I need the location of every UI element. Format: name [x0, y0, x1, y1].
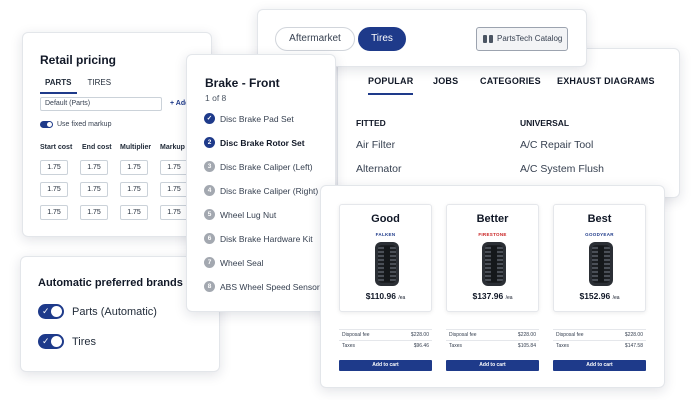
- tire-image: [375, 242, 399, 286]
- brand-logo: FIRESTONE: [478, 232, 507, 237]
- retail-pricing-tabs: PARTS TIRES: [40, 76, 116, 94]
- brake-step[interactable]: 2 Disc Brake Rotor Set: [204, 137, 305, 148]
- tab-tires[interactable]: TIRES: [83, 76, 117, 94]
- fitted-heading: FITTED: [356, 118, 386, 128]
- step-number: 7: [204, 257, 215, 268]
- category-link-ac-system-flush[interactable]: A/C System Flush: [520, 163, 604, 175]
- parts-automatic-toggle[interactable]: ✓: [38, 304, 64, 319]
- fixed-markup-label: Use fixed markup: [57, 121, 112, 128]
- step-number: 5: [204, 209, 215, 220]
- brake-step[interactable]: 5 Wheel Lug Nut: [204, 209, 276, 220]
- brake-step[interactable]: ✓ Disc Brake Pad Set: [204, 113, 294, 124]
- add-to-cart-button[interactable]: Add to cart: [553, 360, 646, 371]
- brand-logo: GOODYEAR: [585, 232, 614, 237]
- tire-price: $152.96 /ea: [579, 291, 620, 301]
- end-cost-input[interactable]: 1.75: [80, 205, 108, 220]
- universal-heading: UNIVERSAL: [520, 118, 570, 128]
- partstech-catalog-button[interactable]: PartsTech Catalog: [476, 27, 568, 51]
- tire-image: [482, 242, 506, 286]
- tire-grade: Best: [587, 213, 612, 225]
- brake-step[interactable]: 8 ABS Wheel Speed Sensor: [204, 281, 320, 292]
- step-number: 3: [204, 161, 215, 172]
- step-number: 2: [204, 137, 215, 148]
- brake-step-label: Wheel Seal: [220, 257, 264, 268]
- brake-step[interactable]: 6 Disk Brake Hardware Kit: [204, 233, 313, 244]
- brake-job-progress: 1 of 8: [205, 93, 227, 103]
- brake-step-label: ABS Wheel Speed Sensor: [220, 281, 320, 292]
- brake-step-label: Disk Brake Hardware Kit: [220, 233, 313, 244]
- tires-toggle[interactable]: ✓: [38, 334, 64, 349]
- partstech-catalog-label: PartsTech Catalog: [497, 34, 563, 43]
- brake-step[interactable]: 4 Disc Brake Caliper (Right): [204, 185, 318, 196]
- multiplier-input[interactable]: 1.75: [120, 205, 148, 220]
- pricing-matrix-select[interactable]: Default (Parts): [40, 97, 162, 111]
- multiplier-input[interactable]: 1.75: [120, 182, 148, 197]
- add-to-cart-button[interactable]: Add to cart: [339, 360, 432, 371]
- step-number: 4: [204, 185, 215, 196]
- brake-step-label: Disc Brake Caliper (Right): [220, 185, 319, 196]
- end-cost-input[interactable]: 1.75: [80, 160, 108, 175]
- check-icon: ✓: [42, 306, 50, 316]
- column-header-multiplier: Multiplier: [120, 144, 152, 151]
- brake-job-title: Brake - Front: [205, 76, 280, 90]
- tires-tab[interactable]: Tires: [358, 27, 406, 51]
- markup-input[interactable]: 1.75: [160, 160, 188, 175]
- step-number: 8: [204, 281, 215, 292]
- brake-step-label: Wheel Lug Nut: [220, 209, 277, 220]
- brake-step-label: Disc Brake Caliper (Left): [220, 161, 313, 172]
- add-to-cart-button[interactable]: Add to cart: [446, 360, 539, 371]
- column-header-start-cost: Start cost: [40, 144, 73, 151]
- book-icon: [483, 35, 493, 43]
- tire-image: [589, 242, 613, 286]
- tires-label: Tires: [72, 335, 97, 348]
- column-header-end-cost: End cost: [82, 144, 112, 151]
- check-icon: ✓: [42, 336, 50, 346]
- categories-panel: POPULAR JOBS CATEGORIES EXHAUST DIAGRAMS…: [337, 48, 680, 198]
- tab-parts[interactable]: PARTS: [40, 76, 77, 94]
- category-link-air-filter[interactable]: Air Filter: [356, 139, 395, 151]
- category-link-alternator[interactable]: Alternator: [356, 163, 402, 175]
- tire-fees: Disposal fee $228.00 Taxes $105.84: [446, 329, 539, 351]
- tire-grade: Good: [371, 213, 400, 225]
- markup-input[interactable]: 1.75: [160, 205, 188, 220]
- tire-option-good[interactable]: Good FALKEN $110.96 /ea: [339, 204, 432, 312]
- category-link-ac-repair-tool[interactable]: A/C Repair Tool: [520, 139, 593, 151]
- brake-step[interactable]: 3 Disc Brake Caliper (Left): [204, 161, 313, 172]
- retail-pricing-card: Retail pricing PARTS TIRES Default (Part…: [22, 32, 212, 237]
- fixed-markup-toggle[interactable]: [40, 121, 53, 128]
- tab-exhaust-diagrams[interactable]: EXHAUST DIAGRAMS: [557, 76, 655, 86]
- tire-option-best[interactable]: Best GOODYEAR $152.96 /ea: [553, 204, 646, 312]
- tab-popular[interactable]: POPULAR: [368, 76, 414, 95]
- parts-automatic-option[interactable]: ✓ Parts (Automatic): [38, 304, 157, 319]
- brake-step[interactable]: 7 Wheel Seal: [204, 257, 263, 268]
- start-cost-input[interactable]: 1.75: [40, 160, 68, 175]
- tire-option-better[interactable]: Better FIRESTONE $137.96 /ea: [446, 204, 539, 312]
- tires-option[interactable]: ✓ Tires: [38, 334, 96, 349]
- retail-pricing-title: Retail pricing: [40, 53, 117, 67]
- tire-comparison-card: Good FALKEN $110.96 /ea Disposal fee $228…: [320, 185, 665, 388]
- tire-grade: Better: [476, 213, 509, 225]
- parts-automatic-label: Parts (Automatic): [72, 305, 157, 318]
- brand-logo: FALKEN: [375, 232, 396, 237]
- markup-input[interactable]: 1.75: [160, 182, 188, 197]
- tab-categories[interactable]: CATEGORIES: [480, 76, 541, 86]
- brake-step-label: Disc Brake Rotor Set: [220, 137, 305, 148]
- multiplier-input[interactable]: 1.75: [120, 160, 148, 175]
- check-circle-icon: ✓: [204, 113, 215, 124]
- start-cost-input[interactable]: 1.75: [40, 205, 68, 220]
- end-cost-input[interactable]: 1.75: [80, 182, 108, 197]
- column-header-markup: Markup: [160, 144, 185, 151]
- brake-job-card: Brake - Front 1 of 8 ✓ Disc Brake Pad Se…: [186, 54, 336, 312]
- fixed-markup-option[interactable]: Use fixed markup: [40, 121, 111, 128]
- step-number: 6: [204, 233, 215, 244]
- tire-price: $110.96 /ea: [365, 291, 406, 301]
- aftermarket-tab[interactable]: Aftermarket: [275, 27, 355, 51]
- brake-step-label: Disc Brake Pad Set: [220, 113, 294, 124]
- tab-jobs[interactable]: JOBS: [433, 76, 458, 86]
- start-cost-input[interactable]: 1.75: [40, 182, 68, 197]
- tire-fees: Disposal fee $228.00 Taxes $147.58: [553, 329, 646, 351]
- tire-price: $137.96 /ea: [472, 291, 513, 301]
- preferred-brands-title: Automatic preferred brands: [38, 277, 183, 289]
- tire-fees: Disposal fee $228.00 Taxes $96.46: [339, 329, 432, 351]
